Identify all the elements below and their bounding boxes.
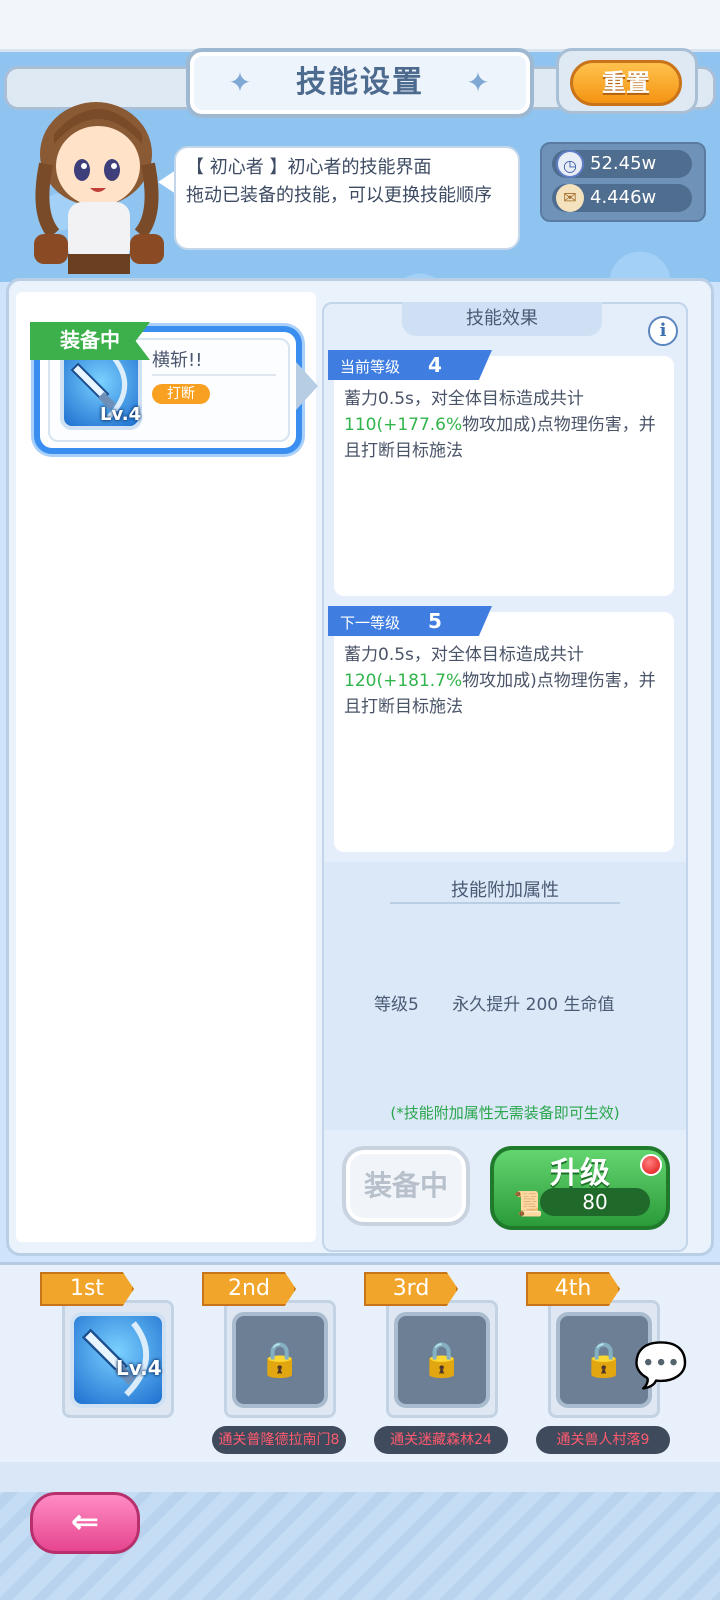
slot-1-rank: 1st bbox=[40, 1272, 134, 1306]
slot-2-requirement: 通关普隆德拉南门8 bbox=[212, 1426, 346, 1454]
skill-effect-title: 技能效果 bbox=[402, 302, 602, 336]
next-level-value: 5 bbox=[428, 609, 442, 633]
info-icon[interactable]: i bbox=[648, 316, 678, 346]
current-level-value: 4 bbox=[428, 353, 442, 377]
lock-icon: 🔒 bbox=[258, 1340, 302, 1380]
slot-1-level: Lv.4 bbox=[116, 1356, 162, 1380]
slot-4-rank: 4th bbox=[526, 1272, 620, 1306]
desc-highlight: 120(+181.7% bbox=[344, 671, 463, 691]
current-level-label: 当前等级 bbox=[340, 358, 401, 376]
footer-strip bbox=[0, 1462, 720, 1492]
time-coin-icon: ◷ bbox=[556, 150, 584, 178]
equip-button[interactable]: 装备中 bbox=[342, 1146, 470, 1226]
top-decor-strip bbox=[0, 0, 720, 52]
skill-level-label: Lv.4 bbox=[100, 404, 142, 425]
slot-2-rank: 2nd bbox=[202, 1272, 296, 1306]
slot-3-requirement: 通关迷藏森林24 bbox=[374, 1426, 508, 1454]
pointer-arrow bbox=[296, 362, 318, 410]
back-button[interactable]: ⇐ bbox=[30, 1492, 140, 1554]
current-level-description: 蓄力0.5s，对全体目标造成共计110(+177.6%物攻加成)点物理伤害，并且… bbox=[344, 386, 662, 464]
chat-bubble-icon[interactable]: 💬 bbox=[626, 1336, 696, 1396]
slot-3-rank: 3rd bbox=[364, 1272, 458, 1306]
notification-dot-icon bbox=[640, 1154, 662, 1176]
current-level-tab: 当前等级 4 bbox=[328, 350, 492, 380]
next-level-label: 下一等级 bbox=[340, 614, 401, 632]
back-arrow-icon: ⇐ bbox=[70, 1502, 100, 1542]
equipped-flag: 装备中 bbox=[30, 322, 150, 360]
desc-highlight: 110(+177.6% bbox=[344, 415, 463, 435]
desc-text: 蓄力0.5s，对全体目标造成共计 bbox=[344, 389, 584, 409]
scroll-icon: 📜 bbox=[513, 1190, 543, 1218]
desc-text: 蓄力0.5s，对全体目标造成共计 bbox=[344, 645, 584, 665]
skill-bonus-title: 技能附加属性 bbox=[390, 876, 620, 904]
divider bbox=[152, 374, 276, 376]
interrupt-tag: 打断 bbox=[152, 384, 210, 404]
novice-character-portrait bbox=[34, 102, 164, 274]
slot-4-requirement: 通关兽人村落9 bbox=[536, 1426, 670, 1454]
page-title: 技能设置 bbox=[296, 65, 424, 100]
reset-button[interactable]: 重置 bbox=[570, 60, 682, 106]
bonus-text: 永久提升 200 生命值 bbox=[452, 995, 615, 1015]
skill-bonus-row: 等级5 永久提升 200 生命值 bbox=[374, 990, 674, 1015]
skill-bonus-note: (*技能附加属性无需装备即可生效) bbox=[390, 1104, 620, 1122]
lock-icon: 🔒 bbox=[582, 1340, 626, 1380]
scroll-icon: ✉ bbox=[556, 184, 584, 212]
next-level-tab: 下一等级 5 bbox=[328, 606, 492, 636]
lock-icon: 🔒 bbox=[420, 1340, 464, 1380]
skill-name: 横斩!! bbox=[152, 350, 203, 371]
upgrade-cost: 80 bbox=[540, 1188, 650, 1216]
bonus-level: 等级5 bbox=[374, 995, 419, 1015]
npc-speech-bubble: 【 初心者 】初心者的技能界面 拖动已装备的技能，可以更换技能顺序 bbox=[174, 146, 520, 250]
next-level-description: 蓄力0.5s，对全体目标造成共计120(+181.7%物攻加成)点物理伤害，并且… bbox=[344, 642, 662, 720]
